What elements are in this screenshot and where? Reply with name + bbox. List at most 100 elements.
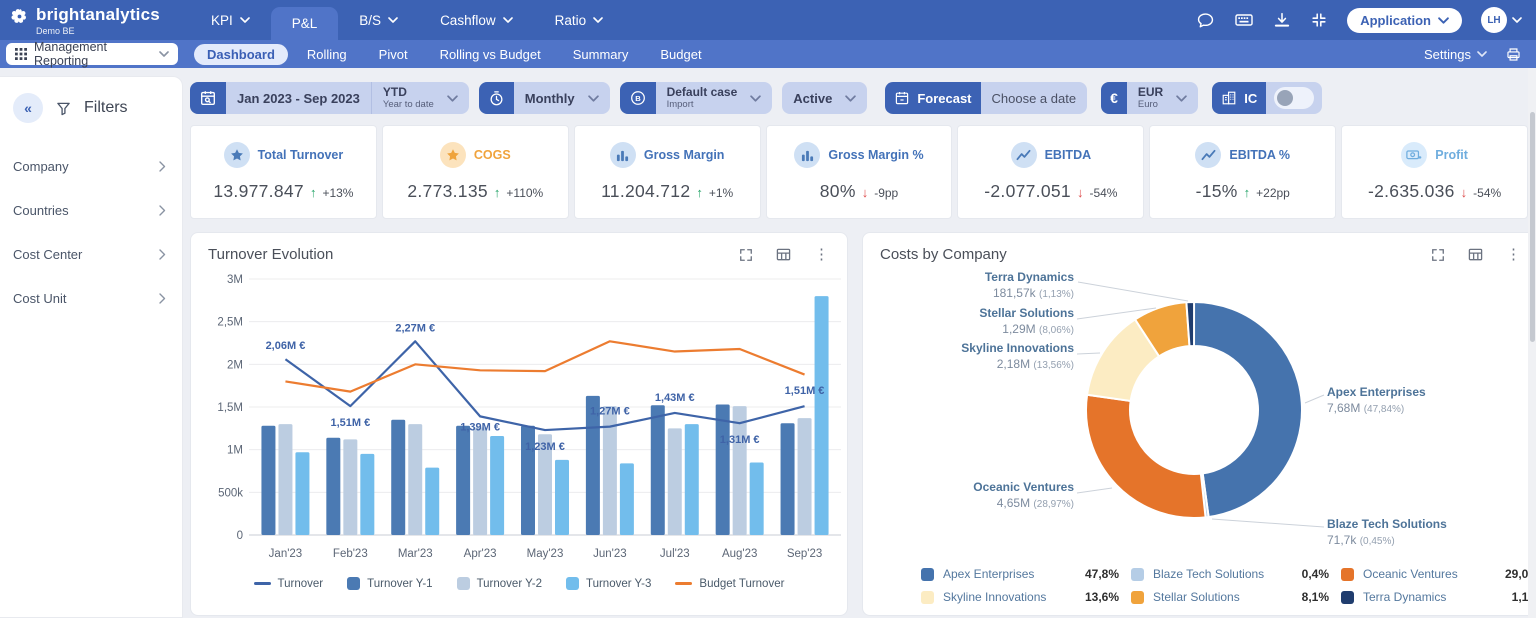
user-menu[interactable]: LH	[1481, 7, 1522, 33]
kpi-card-total-turnover[interactable]: Total Turnover 13.977.847 ↑ +13%	[190, 125, 377, 219]
application-selector[interactable]: Application	[1347, 7, 1462, 33]
top-nav-b-s[interactable]: B/S	[338, 0, 419, 40]
line-budget-turnover[interactable]	[285, 340, 805, 393]
sidebar-item-countries[interactable]: Countries	[0, 193, 182, 228]
bar-turnover-y-3-feb-23[interactable]	[360, 453, 375, 535]
bar-turnover-y-2-aug-23[interactable]	[732, 406, 747, 535]
bar-turnover-y-3-aug-23[interactable]	[749, 462, 764, 535]
kpi-value: 13.977.847	[213, 181, 304, 201]
settings-menu[interactable]: Settings	[1424, 47, 1487, 62]
bar-turnover-y-3-jan-23[interactable]	[295, 452, 310, 535]
choose-date-button[interactable]: Choose a date	[980, 82, 1088, 114]
costs-legend-item-apex-enterprises[interactable]: Apex Enterprises 47,8%	[921, 567, 1119, 581]
avatar[interactable]: LH	[1481, 7, 1507, 33]
top-nav-p-l[interactable]: P&L	[270, 7, 339, 40]
bar-turnover-y-1-apr-23[interactable]	[456, 425, 471, 535]
tab-dashboard[interactable]: Dashboard	[194, 43, 288, 65]
bar-turnover-y-3-mar-23[interactable]	[425, 467, 440, 535]
top-nav-ratio[interactable]: Ratio	[534, 0, 625, 40]
kpi-value: 11.204.712	[601, 181, 691, 201]
period-selector[interactable]: Monthly	[513, 82, 610, 114]
costs-legend-item-terra-dynamics[interactable]: Terra Dynamics 1,1%	[1341, 590, 1536, 604]
fit-screen-icon[interactable]	[1310, 11, 1328, 29]
page-scrollbar[interactable]	[1528, 68, 1536, 618]
costs-legend-item-stellar-solutions[interactable]: Stellar Solutions 8,1%	[1131, 590, 1329, 604]
table-view-icon[interactable]	[1468, 247, 1483, 262]
print-icon[interactable]	[1505, 46, 1522, 63]
kpi-card-cogs[interactable]: COGS 2.773.135 ↑ +110%	[381, 125, 569, 219]
star-icon	[230, 149, 243, 161]
download-icon[interactable]	[1273, 11, 1291, 29]
bar-turnover-y-3-jun-23[interactable]	[619, 463, 634, 535]
case-selector[interactable]: Default case Import	[655, 82, 773, 114]
tab-budget[interactable]: Budget	[647, 44, 714, 65]
kpi-card-profit[interactable]: Profit -2.635.036 ↓ -54%	[1341, 125, 1529, 219]
legend-company-name: Terra Dynamics	[1363, 590, 1447, 604]
more-options-icon[interactable]: ⋮	[1506, 247, 1521, 262]
legend-item-turnover-y-2[interactable]: Turnover Y-2	[456, 577, 542, 590]
tab-rolling[interactable]: Rolling	[294, 44, 360, 65]
bar-turnover-y-2-mar-23[interactable]	[408, 424, 423, 535]
collapse-sidebar-button[interactable]: «	[13, 93, 43, 123]
kpi-card-ebitda[interactable]: EBITDA % -15% ↑ +22pp	[1149, 125, 1337, 219]
currency-selector[interactable]: EUR Euro	[1126, 82, 1199, 114]
module-selector[interactable]: Management Reporting	[6, 40, 178, 68]
bar-turnover-y-1-aug-23[interactable]	[715, 404, 730, 535]
tab-summary[interactable]: Summary	[560, 44, 642, 65]
bar-turnover-y-1-jul-23[interactable]	[650, 405, 665, 535]
expand-icon[interactable]	[739, 248, 753, 262]
date-picker-icon-button[interactable]	[190, 82, 226, 114]
budget-icon-button[interactable]: B	[619, 82, 656, 114]
bar-turnover-y-3-jul-23[interactable]	[684, 424, 699, 535]
sidebar-item-cost-unit[interactable]: Cost Unit	[0, 281, 182, 316]
kpi-value-row: 11.204.712 ↑ +1%	[601, 181, 733, 202]
bar-turnover-y-2-jul-23[interactable]	[667, 428, 682, 535]
donut-slice-apex-enterprises[interactable]	[1193, 300, 1303, 519]
sidebar-item-company[interactable]: Company	[0, 149, 182, 184]
bar-turnover-y-2-apr-23[interactable]	[473, 427, 488, 535]
bar-turnover-y-1-feb-23[interactable]	[326, 437, 341, 535]
bar-turnover-y-3-apr-23[interactable]	[490, 436, 505, 535]
tab-pivot[interactable]: Pivot	[366, 44, 421, 65]
bar-turnover-y-1-mar-23[interactable]	[391, 419, 406, 535]
currency-group: € EUR Euro	[1101, 82, 1199, 114]
bar-turnover-y-2-jan-23[interactable]	[278, 424, 293, 535]
legend-item-budget-turnover[interactable]: Budget Turnover	[675, 578, 784, 590]
bar-turnover-y-1-jan-23[interactable]	[261, 425, 276, 535]
costs-legend-item-blaze-tech-solutions[interactable]: Blaze Tech Solutions 0,4%	[1131, 567, 1329, 581]
costs-legend-item-oceanic-ventures[interactable]: Oceanic Ventures 29,0%	[1341, 567, 1536, 581]
ytd-selector[interactable]: YTD Year to date	[370, 82, 469, 114]
legend-item-turnover-y-1[interactable]: Turnover Y-1	[347, 577, 433, 590]
kpi-card-ebitda[interactable]: EBITDA -2.077.051 ↓ -54%	[957, 125, 1145, 219]
expand-icon[interactable]	[1431, 248, 1445, 262]
legend-item-turnover[interactable]: Turnover	[253, 578, 323, 590]
sidebar-item-cost-center[interactable]: Cost Center	[0, 237, 182, 272]
bar-turnover-y-3-sep-23[interactable]	[814, 296, 829, 535]
tab-rolling-vs-budget[interactable]: Rolling vs Budget	[427, 44, 554, 65]
kpi-value-row: -15% ↑ +22pp	[1196, 181, 1290, 202]
costs-legend-item-skyline-innovations[interactable]: Skyline Innovations 13,6%	[921, 590, 1119, 604]
donut-slice-oceanic-ventures[interactable]	[1085, 393, 1207, 519]
currency-icon-button[interactable]: €	[1101, 82, 1127, 114]
forecast-button[interactable]: Forecast	[885, 82, 981, 114]
bar-turnover-y-2-feb-23[interactable]	[343, 439, 358, 535]
top-nav-kpi[interactable]: KPI	[190, 0, 271, 40]
ic-button[interactable]: IC	[1212, 82, 1267, 114]
ic-toggle[interactable]	[1274, 87, 1315, 109]
status-selector[interactable]: Active	[782, 82, 868, 114]
bar-turnover-y-1-sep-23[interactable]	[780, 423, 795, 535]
top-nav-cashflow[interactable]: Cashflow	[419, 0, 534, 40]
keyboard-icon[interactable]	[1234, 10, 1254, 30]
table-view-icon[interactable]	[776, 247, 791, 262]
kpi-card-gross-margin[interactable]: Gross Margin % 80% ↓ -9pp	[765, 125, 953, 219]
scrollbar-thumb[interactable]	[1529, 112, 1535, 342]
kpi-card-gross-margin[interactable]: Gross Margin 11.204.712 ↑ +1%	[573, 125, 761, 219]
date-range-value[interactable]: Jan 2023 - Sep 2023	[226, 82, 371, 114]
more-options-icon[interactable]: ⋮	[814, 247, 829, 262]
chat-icon[interactable]	[1196, 11, 1215, 30]
period-icon-button[interactable]	[478, 82, 514, 114]
bar-turnover-y-3-may-23[interactable]	[555, 459, 569, 535]
svg-text:3M: 3M	[227, 274, 243, 286]
legend-item-turnover-y-3[interactable]: Turnover Y-3	[565, 577, 651, 590]
bar-turnover-y-2-sep-23[interactable]	[797, 418, 812, 535]
